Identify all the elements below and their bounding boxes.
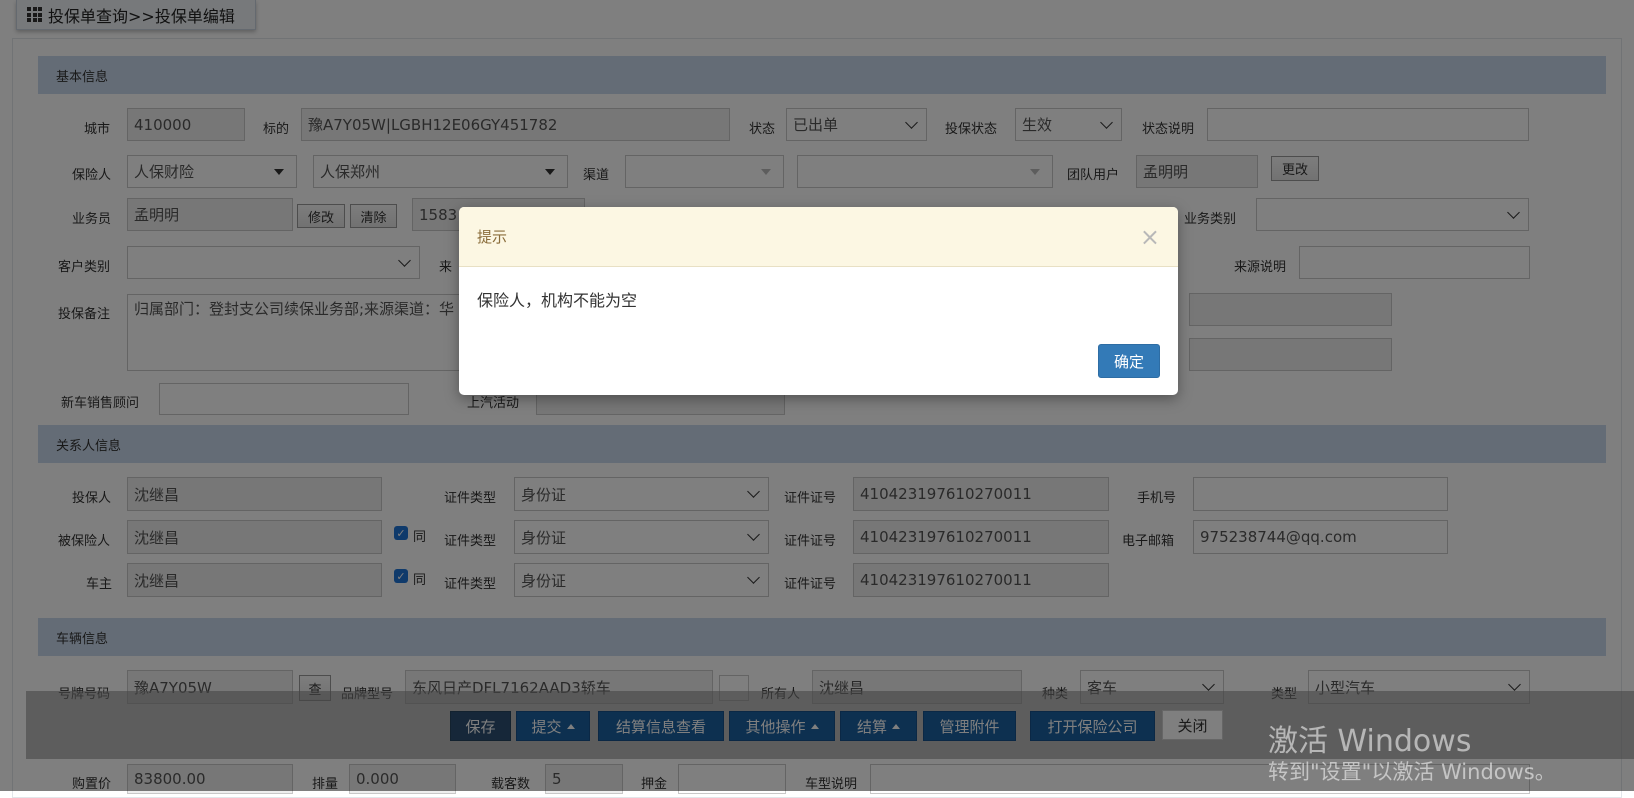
dialog-header: 提示 ×: [459, 207, 1178, 267]
modal-backdrop[interactable]: [0, 0, 1634, 791]
dialog-message: 保险人，机构不能为空: [477, 291, 638, 310]
close-icon[interactable]: ×: [1140, 225, 1160, 249]
dialog-title: 提示: [477, 228, 508, 246]
windows-activation-title: 激活 Windows: [1268, 724, 1472, 759]
windows-activation-hint: 转到"设置"以激活 Windows。: [1268, 760, 1556, 784]
ok-button[interactable]: 确定: [1098, 344, 1160, 378]
alert-dialog: 提示 × 保险人，机构不能为空 确定: [459, 207, 1178, 395]
